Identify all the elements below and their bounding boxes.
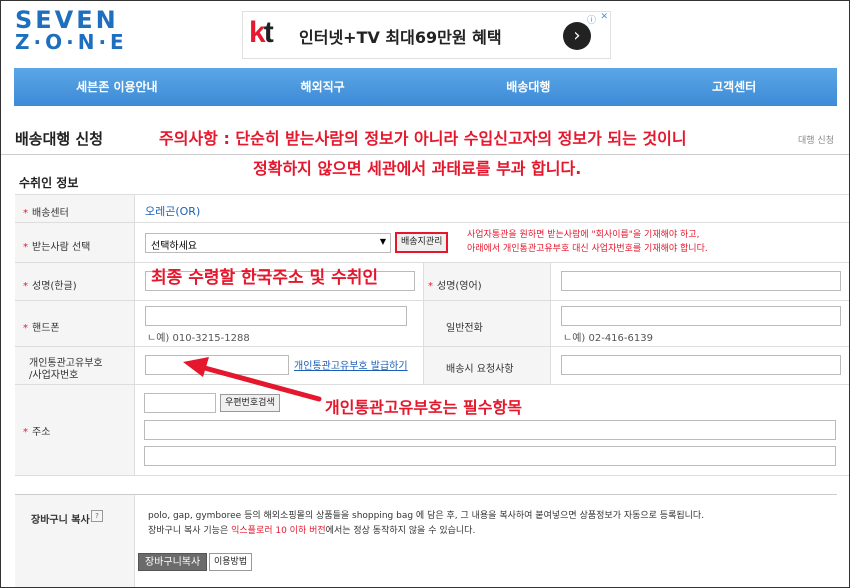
help-icon[interactable]: ? [91,510,103,522]
cart-description: polo, gap, gymboree 등의 해외소핑몰의 상품들을 shopp… [148,511,705,536]
page-frame: SEVEN Z·O·N·E kt 인터넷+TV 최대69만원 혜택 › ⓘ ✕ … [0,0,850,588]
annotation-customs-required: 개인통관고유부호는 필수항목 [325,398,522,417]
cart-copy-section: 장바구니 복사 ? polo, gap, gymboree 등의 해외소핑몰의 … [15,494,837,587]
label-cart-copy: 장바구니 복사 ? [15,495,135,587]
howto-button[interactable]: 이용방법 [209,553,253,571]
cart-copy-button[interactable]: 장바구니복사 [138,553,208,571]
